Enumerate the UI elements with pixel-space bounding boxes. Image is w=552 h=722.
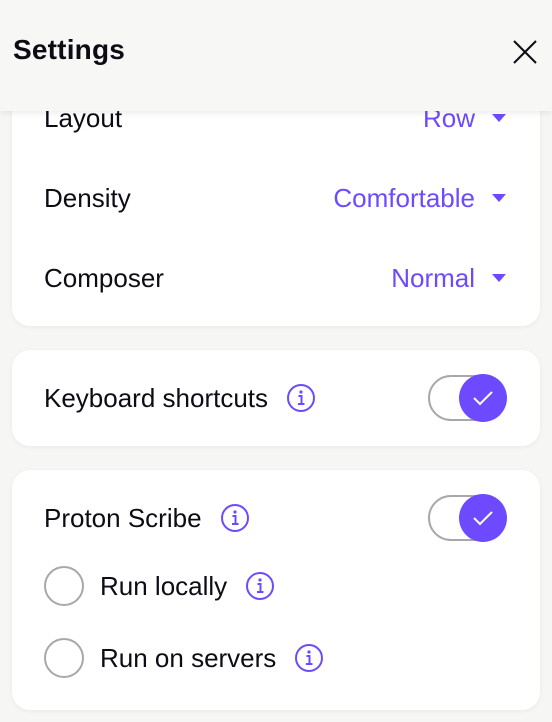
proton-scribe-row: Proton Scribe (44, 494, 508, 542)
composer-value: Normal (391, 262, 475, 293)
run-on-servers-label: Run on servers (100, 642, 277, 673)
composer-label: Composer (44, 262, 164, 293)
run-locally-radio[interactable] (44, 566, 84, 606)
run-on-servers-radio[interactable] (44, 638, 84, 678)
settings-panel: Settings Layout Row Density Comfortable … (0, 0, 552, 722)
density-select[interactable]: Comfortable (333, 183, 508, 214)
run-locally-option[interactable]: Run locally (44, 566, 275, 606)
density-label: Density (44, 182, 131, 213)
proton-scribe-toggle[interactable] (428, 494, 508, 542)
close-button[interactable] (510, 37, 540, 67)
run-locally-label: Run locally (100, 570, 228, 601)
settings-header: Settings (0, 0, 552, 111)
toggle-knob (459, 494, 507, 542)
run-on-servers-option[interactable]: Run on servers (44, 638, 324, 678)
proton-scribe-label: Proton Scribe (44, 502, 202, 533)
keyboard-shortcuts-card: Keyboard shortcuts (12, 350, 540, 446)
caret-down-icon (492, 194, 506, 202)
keyboard-shortcuts-row: Keyboard shortcuts (44, 374, 508, 422)
density-row: Density Comfortable (44, 178, 508, 218)
caret-down-icon (492, 114, 506, 122)
composer-select[interactable]: Normal (391, 263, 508, 294)
proton-scribe-card: Proton Scribe Run locally Run on servers (12, 470, 540, 710)
info-icon[interactable] (286, 383, 316, 413)
density-value: Comfortable (333, 182, 475, 213)
composer-row: Composer Normal (44, 258, 508, 298)
keyboard-shortcuts-label: Keyboard shortcuts (44, 382, 269, 413)
checkmark-icon (473, 391, 493, 406)
close-icon (513, 40, 537, 64)
info-icon[interactable] (294, 643, 324, 673)
caret-down-icon (492, 274, 506, 282)
page-title: Settings (13, 34, 126, 65)
checkmark-icon (473, 511, 493, 526)
info-icon[interactable] (245, 571, 275, 601)
info-icon[interactable] (220, 503, 250, 533)
toggle-knob (459, 374, 507, 422)
keyboard-shortcuts-toggle[interactable] (428, 374, 508, 422)
